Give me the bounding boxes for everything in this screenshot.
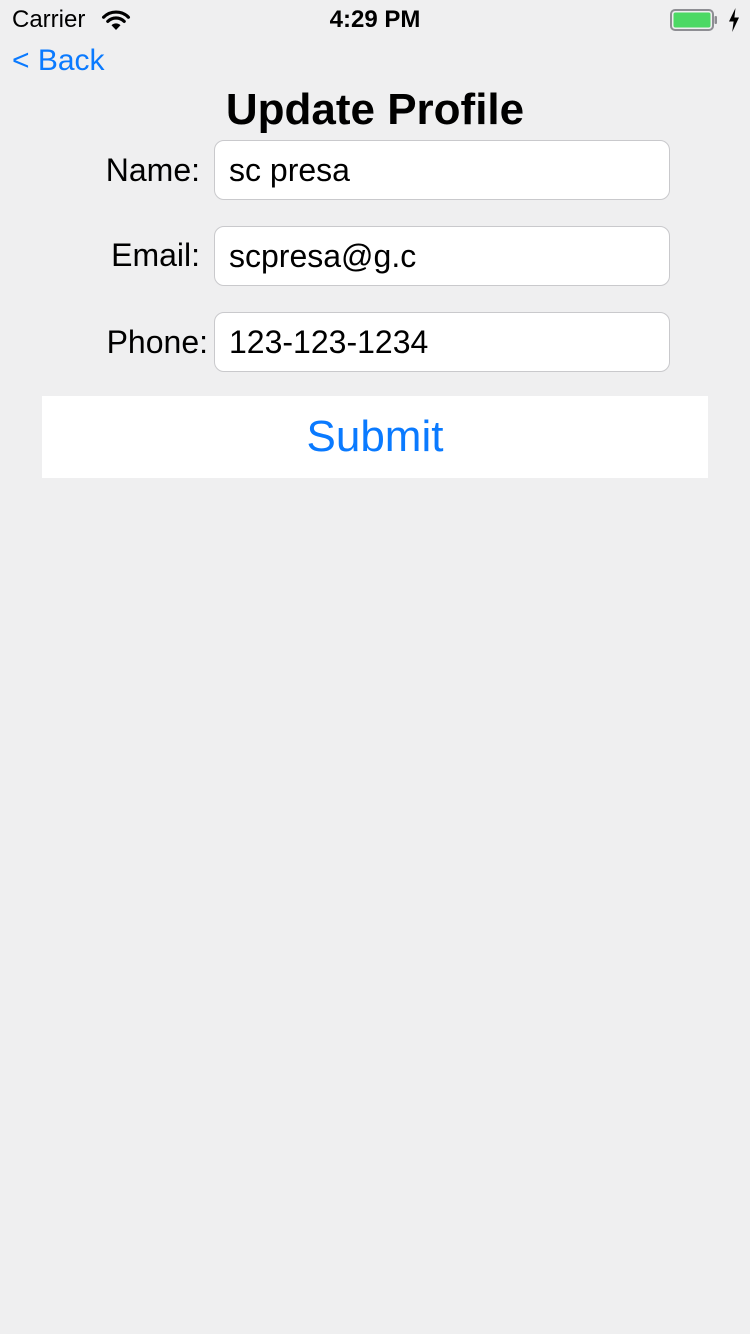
name-label: Name: (105, 152, 200, 188)
email-label: Email: (111, 237, 200, 273)
back-button[interactable]: < Back (12, 44, 105, 78)
status-bar: Carrier 4:29 PM (0, 0, 750, 40)
submit-button[interactable]: Submit (42, 396, 708, 478)
charging-icon (729, 8, 739, 32)
phone-field[interactable] (214, 312, 670, 372)
email-field[interactable] (214, 226, 670, 286)
page-title: Update Profile (225, 85, 525, 134)
name-field[interactable] (214, 140, 670, 200)
status-time: 4:29 PM (329, 6, 421, 33)
phone-label: Phone: (106, 324, 208, 360)
battery-icon (670, 9, 717, 31)
